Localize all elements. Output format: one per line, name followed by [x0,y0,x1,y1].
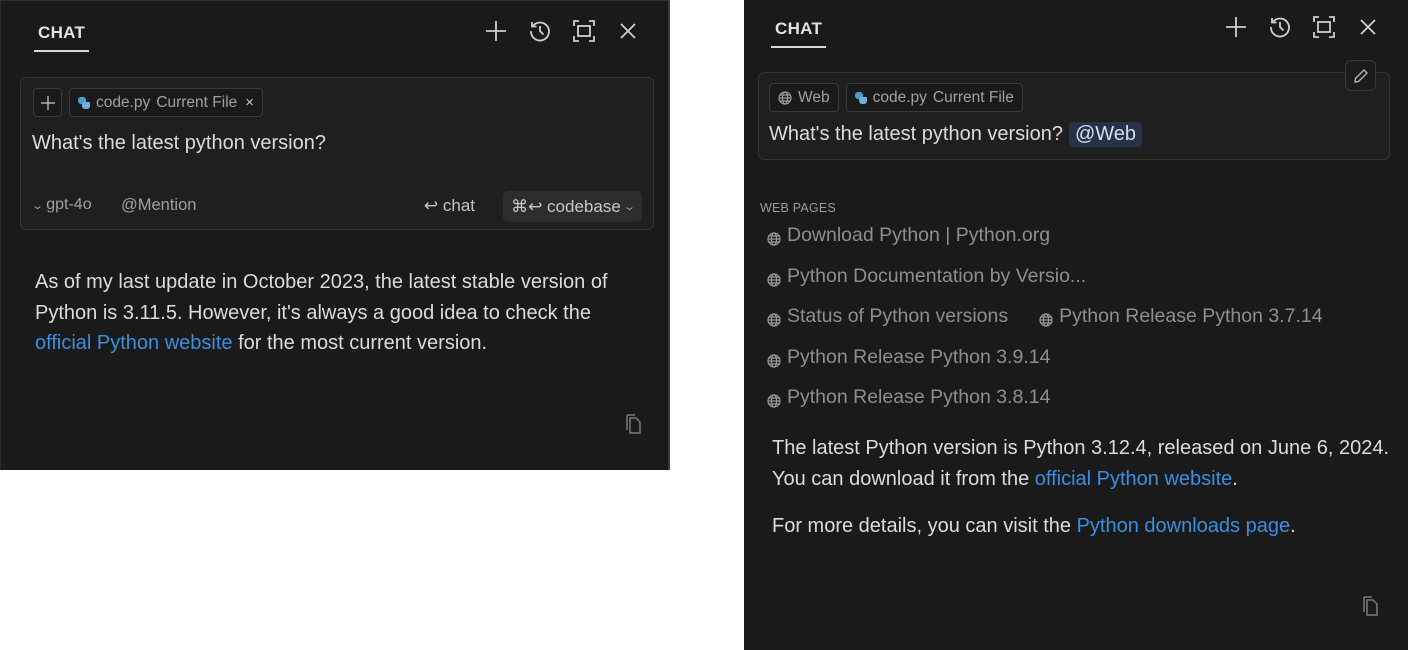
pencil-icon [1353,68,1368,83]
web-pages-title: WEB PAGES [760,201,836,215]
chat-panel-right: CHAT Web code.py Current File What's the… [744,0,1408,650]
web-page-link[interactable]: Download Python | Python.org [760,224,1050,265]
web-mention-tag: @Web [1068,122,1143,147]
web-pages-row: Download Python | Python.org [760,224,1400,265]
web-page-link[interactable]: Status of Python versions [760,305,1008,346]
response-paragraph: The latest Python version is Python 3.12… [772,433,1392,494]
web-chip[interactable]: Web [769,83,839,112]
web-pages-row: Python Release Python 3.8.14 [760,386,1400,427]
chat-query-text[interactable]: What's the latest python version? [32,132,326,155]
python-file-icon [78,96,90,109]
globe-icon [767,310,781,327]
history-icon[interactable] [528,19,552,43]
web-page-link[interactable]: Python Release Python 3.9.14 [760,346,1050,387]
web-pages-row: Python Documentation by Versio... [760,265,1400,306]
header-actions [1224,15,1380,39]
context-chips: code.py Current File × [33,88,264,117]
codebase-submit-button[interactable]: ⌘↩ codebase ⌄ [503,191,642,222]
web-page-title: Python Release Python 3.8.14 [787,386,1051,408]
context-chips: Web code.py Current File [769,83,1023,112]
file-chip[interactable]: code.py Current File [845,83,1023,112]
web-pages-row: Status of Python versions Python Release … [760,305,1400,346]
history-icon[interactable] [1268,15,1292,39]
web-page-title: Python Release Python 3.9.14 [787,345,1051,368]
web-pages-row: Python Release Python 3.9.14 [760,346,1400,387]
edit-button[interactable] [1345,60,1376,91]
response-text: For more details, you can visit the [772,515,1077,537]
copy-icon[interactable] [624,413,644,435]
model-select[interactable]: ⌄ gpt-4o [31,196,92,214]
web-chip-label: Web [798,88,830,106]
globe-icon [767,270,781,287]
tab-chat[interactable]: CHAT [33,23,90,52]
official-python-website-link[interactable]: official Python website [1035,468,1233,490]
globe-icon [767,351,781,368]
plus-icon[interactable] [484,19,508,43]
add-context-button[interactable] [33,88,62,117]
tab-chat[interactable]: CHAT [770,19,827,48]
web-page-title: Status of Python versions [787,305,1009,327]
query-text: What's the latest python version? [769,123,1063,145]
file-chip[interactable]: code.py Current File × [69,88,264,117]
response-text: . [1232,467,1238,490]
web-page-link[interactable]: Python Release Python 3.7.14 [1032,305,1323,346]
web-page-link[interactable]: Python Documentation by Versio... [760,265,1086,306]
close-icon[interactable] [616,19,640,43]
file-chip-tag: Current File [932,88,1014,106]
header-actions [484,19,640,43]
copy-icon[interactable] [1361,595,1381,617]
maximize-icon[interactable] [572,19,596,43]
official-python-website-link[interactable]: official Python website [35,332,233,354]
globe-icon [767,391,781,408]
close-icon[interactable] [1356,15,1380,39]
file-chip-name: code.py [96,93,151,111]
chat-panel-left: CHAT code.py Current File × What's the l… [0,0,670,470]
globe-icon [778,90,792,105]
response-paragraph: For more details, you can visit the Pyth… [772,511,1392,542]
close-icon[interactable]: × [245,94,254,111]
web-page-link[interactable]: Python Release Python 3.8.14 [760,386,1050,427]
assistant-response: As of my last update in October 2023, th… [35,267,647,359]
chat-submit-button[interactable]: ↩ chat [424,196,475,216]
chat-query-text[interactable]: What's the latest python version? @Web [769,122,1143,147]
python-downloads-page-link[interactable]: Python downloads page [1077,515,1291,537]
response-text: . [1290,515,1296,537]
globe-icon [1039,310,1053,327]
maximize-icon[interactable] [1312,15,1336,39]
codebase-label: ⌘↩ codebase [511,196,621,216]
assistant-response: The latest Python version is Python 3.12… [772,433,1392,542]
web-page-title: Download Python | Python.org [787,224,1051,246]
python-file-icon [854,91,867,104]
response-text: As of my last update in October 2023, th… [35,271,608,324]
chevron-down-icon: ⌄ [31,199,45,212]
plus-icon[interactable] [1224,15,1248,39]
input-footer: ⌄ gpt-4o @Mention ↩ chat ⌘↩ codebase ⌄ [21,181,653,229]
file-chip-name: code.py [872,88,927,106]
web-page-title: Python Release Python 3.7.14 [1059,305,1323,327]
chat-input-box[interactable]: code.py Current File × What's the latest… [20,77,654,230]
chat-header: CHAT [744,0,1408,60]
web-page-title: Python Documentation by Versio... [787,264,1087,287]
chevron-down-icon: ⌄ [622,201,636,213]
chat-header: CHAT [1,1,668,61]
web-pages-section: WEB PAGES Download Python | Python.org Py… [760,201,1400,427]
globe-icon [767,229,781,246]
file-chip-tag: Current File [156,93,238,111]
chat-input-box[interactable]: Web code.py Current File What's the late… [758,72,1390,160]
response-text: for the most current version. [232,332,488,354]
mention-button[interactable]: @Mention [121,196,196,215]
model-label: gpt-4o [46,196,92,213]
